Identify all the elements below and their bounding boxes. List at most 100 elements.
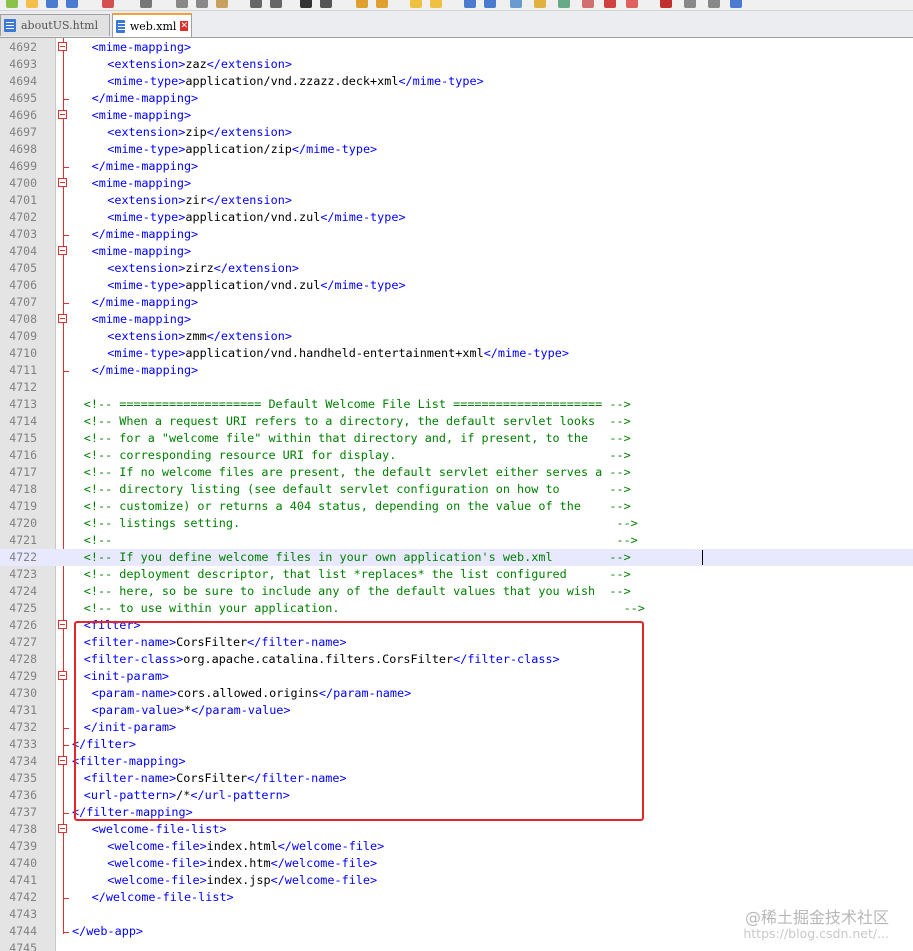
toolbar-map-icon[interactable] [558,0,570,8]
editor[interactable]: 4692 <mime-mapping> 4693 <extension>zaz</ex… [0,38,913,951]
toolbar-save-all-icon[interactable] [66,0,78,8]
fold-end-marker [63,736,69,746]
toolbar-sync-h-icon[interactable] [430,0,442,8]
toolbar-open-icon[interactable] [26,0,38,8]
code-line[interactable]: 4719 <!-- customize) or returns a 404 sta… [0,498,913,515]
code-line[interactable]: 4700 <mime-mapping> [0,175,913,192]
toolbar-sync-v-icon[interactable] [410,0,422,8]
code-line[interactable]: 4736 <url-pattern>/*</url-pattern> [0,787,913,804]
line-number: 4742 [9,890,37,904]
code-line[interactable]: 4709 <extension>zmm</extension> [0,328,913,345]
toolbar-paste-icon[interactable] [216,0,228,8]
code-line[interactable]: 4720 <!-- listings setting. --> [0,515,913,532]
line-number: 4708 [9,312,37,326]
code-line[interactable]: 4745 [0,940,913,951]
tab-aboutus[interactable]: aboutUS.html [0,14,110,36]
toolbar-find-icon[interactable] [300,0,312,8]
code-line[interactable]: 4733 </filter> [0,736,913,753]
toolbar-close-icon[interactable] [102,0,114,8]
code-line[interactable]: 4734 <filter-mapping> [0,753,913,770]
code-line[interactable]: 4721 <!-- --> [0,532,913,549]
code-line[interactable]: 4703 </mime-mapping> [0,226,913,243]
close-icon[interactable]: ✕ [180,21,188,31]
code-line[interactable]: 4729 <init-param> [0,668,913,685]
code-line[interactable]: 4707 </mime-mapping> [0,294,913,311]
code-line[interactable]: 4741 <welcome-file>index.jsp</welcome-fil… [0,872,913,889]
toolbar-wrap-icon[interactable] [464,0,476,8]
code-line[interactable]: 4695 </mime-mapping> [0,90,913,107]
code-line[interactable]: 4740 <welcome-file>index.htm</welcome-fil… [0,855,913,872]
fold-end-marker [63,923,69,933]
toolbar-copy-icon[interactable] [196,0,208,8]
toolbar-save-macro-icon[interactable] [730,0,742,8]
code-line[interactable]: 4701 <extension>zir</extension> [0,192,913,209]
code-line[interactable]: 4717 <!-- If no welcome files are present… [0,464,913,481]
toolbar-undo-icon[interactable] [250,0,262,8]
fold-toggle-icon[interactable] [58,756,67,765]
code-line[interactable]: 4699 </mime-mapping> [0,158,913,175]
code-line[interactable]: 4731 <param-value>*</param-value> [0,702,913,719]
code-text: <mime-mapping> [91,108,192,122]
code-line[interactable]: 4711 </mime-mapping> [0,362,913,379]
toolbar-play-icon[interactable] [684,0,696,8]
code-line[interactable]: 4713 <!-- ==================== Default We… [0,396,913,413]
code-line[interactable]: 4714 <!-- When a request URI refers to a … [0,413,913,430]
code-line[interactable]: 4726 <filter> [0,617,913,634]
toolbar-stop-icon[interactable] [660,0,672,8]
toolbar-zoom-in-icon[interactable] [356,0,368,8]
code-line[interactable]: 4737 </filter-mapping> [0,804,913,821]
code-line[interactable]: 4725 <!-- to use within your application.… [0,600,913,617]
fold-toggle-icon[interactable] [58,110,67,119]
code-line[interactable]: 4730 <param-name>cors.allowed.origins</pa… [0,685,913,702]
toolbar-print-icon[interactable] [140,0,152,8]
fold-toggle-icon[interactable] [58,246,67,255]
code-line[interactable]: 4722 <!-- If you define welcome files in … [0,549,913,566]
code-line[interactable]: 4723 <!-- deployment descriptor, that lis… [0,566,913,583]
fold-toggle-icon[interactable] [58,824,67,833]
code-line[interactable]: 4694 <mime-type>application/vnd.zzazz.dec… [0,73,913,90]
code-text: </init-param> [83,720,177,734]
toolbar-redo-icon[interactable] [270,0,282,8]
code-line[interactable]: 4704 <mime-mapping> [0,243,913,260]
fold-toggle-icon[interactable] [58,178,67,187]
code-line[interactable]: 4724 <!-- here, so be sure to include any… [0,583,913,600]
toolbar-lang-icon[interactable] [534,0,546,8]
fold-toggle-icon[interactable] [58,671,67,680]
code-line[interactable]: 4710 <mime-type>application/vnd.handheld-… [0,345,913,362]
code-line[interactable]: 4697 <extension>zip</extension> [0,124,913,141]
code-line[interactable]: 4705 <extension>zirz</extension> [0,260,913,277]
code-line[interactable]: 4693 <extension>zaz</extension> [0,56,913,73]
code-line[interactable]: 4728 <filter-class>org.apache.catalina.fi… [0,651,913,668]
fold-toggle-icon[interactable] [58,314,67,323]
tab-web-xml[interactable]: web.xml ✕ [112,13,192,37]
code-line[interactable]: 4715 <!-- for a "welcome file" within tha… [0,430,913,447]
code-line[interactable]: 4708 <mime-mapping> [0,311,913,328]
fold-toggle-icon[interactable] [58,42,67,51]
toolbar-indent-guide-icon[interactable] [510,0,522,8]
code-line[interactable]: 4702 <mime-type>application/vnd.zul</mime… [0,209,913,226]
line-number: 4695 [9,91,37,105]
toolbar-cut-icon[interactable] [176,0,188,8]
toolbar-record-icon[interactable] [626,0,638,8]
code-line[interactable]: 4735 <filter-name>CorsFilter</filter-name… [0,770,913,787]
code-line[interactable]: 4727 <filter-name>CorsFilter</filter-name… [0,634,913,651]
toolbar-zoom-out-icon[interactable] [376,0,388,8]
toolbar-new-icon[interactable] [6,0,18,8]
code-line[interactable]: 4716 <!-- corresponding resource URI for … [0,447,913,464]
code-line[interactable]: 4738 <welcome-file-list> [0,821,913,838]
code-line[interactable]: 4718 <!-- directory listing (see default … [0,481,913,498]
code-line[interactable]: 4692 <mime-mapping> [0,39,913,56]
toolbar-save-icon[interactable] [46,0,58,8]
code-line[interactable]: 4706 <mime-type>application/vnd.zul</mime… [0,277,913,294]
code-line[interactable]: 4696 <mime-mapping> [0,107,913,124]
code-line[interactable]: 4698 <mime-type>application/zip</mime-typ… [0,141,913,158]
toolbar-run-multiple-icon[interactable] [708,0,720,8]
toolbar-monitor-icon[interactable] [604,0,616,8]
toolbar-replace-icon[interactable] [320,0,332,8]
fold-toggle-icon[interactable] [58,620,67,629]
code-line[interactable]: 4732 </init-param> [0,719,913,736]
code-line[interactable]: 4739 <welcome-file>index.html</welcome-fi… [0,838,913,855]
toolbar-doc-list-icon[interactable] [582,0,594,8]
code-line[interactable]: 4712 [0,379,913,396]
toolbar-all-chars-icon[interactable] [484,0,496,8]
